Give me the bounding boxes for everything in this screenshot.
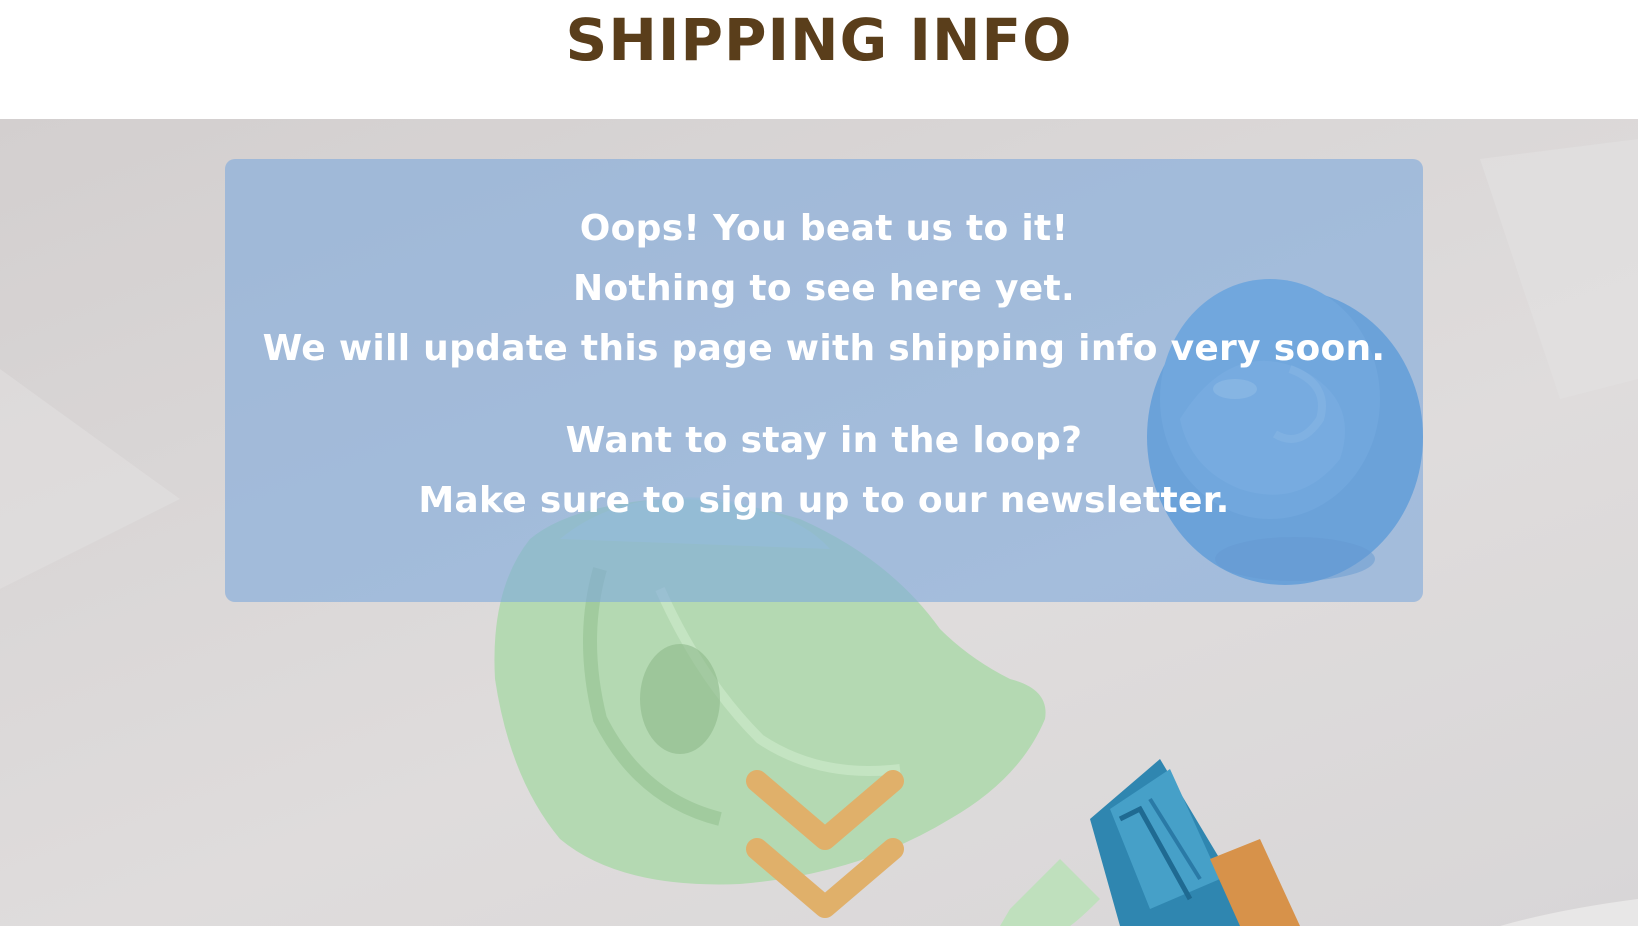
message-line: Make sure to sign up to our newsletter. [418,480,1230,521]
message-line: We will update this page with shipping i… [262,328,1386,369]
scroll-down-button[interactable] [745,761,905,921]
message-line: Oops! You beat us to it! [579,208,1069,249]
message-line: Want to stay in the loop? [565,420,1083,461]
page-header: SHIPPING INFO [0,0,1638,119]
message-line: Nothing to see here yet. [573,268,1075,309]
double-chevron-down-icon [746,770,904,918]
paint-brush [1000,759,1638,926]
hero-section: Oops! You beat us to it! Nothing to see … [0,119,1638,926]
page-title: SHIPPING INFO [565,6,1073,74]
message-card: Oops! You beat us to it! Nothing to see … [225,159,1423,602]
page: SHIPPING INFO Oops! You beat us to it! N… [0,0,1638,926]
